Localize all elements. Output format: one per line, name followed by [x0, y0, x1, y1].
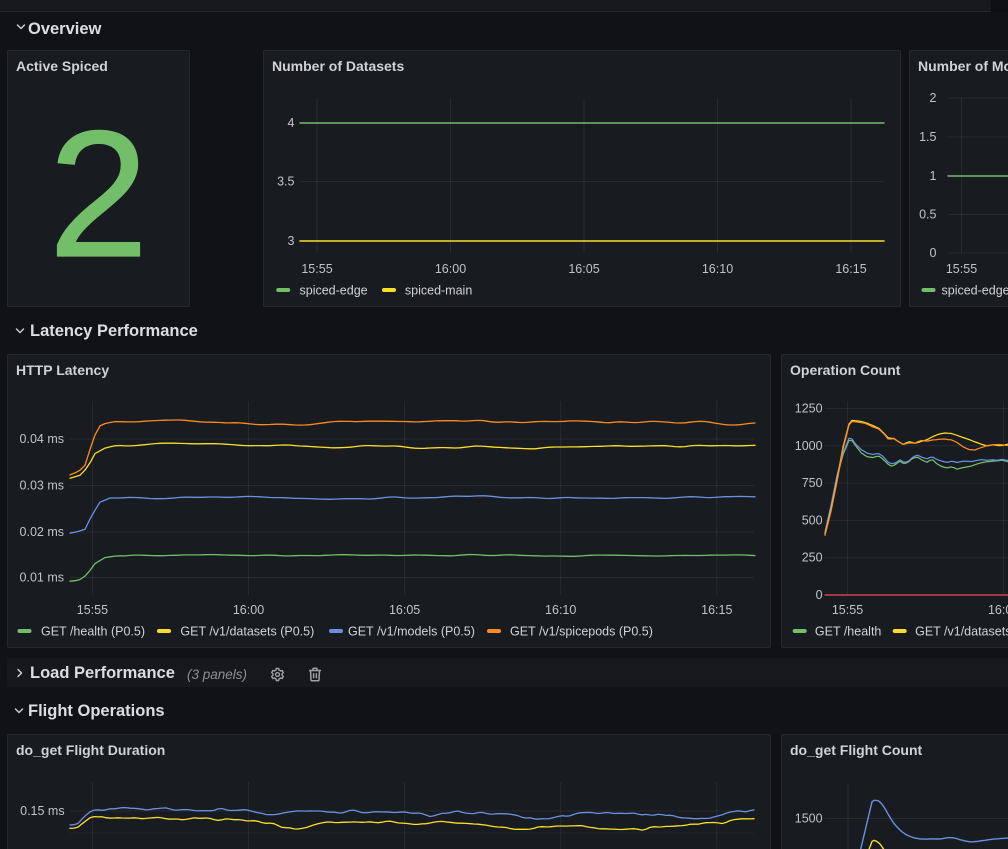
- svg-text:16:00: 16:00: [988, 603, 1008, 617]
- svg-text:16:10: 16:10: [702, 262, 733, 276]
- svg-text:500: 500: [802, 513, 823, 527]
- svg-text:4: 4: [288, 116, 295, 130]
- svg-text:1250: 1250: [795, 402, 823, 416]
- svg-text:3.5: 3.5: [277, 175, 294, 189]
- svg-text:GET /health (P0.5): GET /health (P0.5): [41, 625, 145, 639]
- svg-text:0.01 ms: 0.01 ms: [20, 571, 64, 585]
- svg-text:0: 0: [930, 246, 937, 260]
- svg-text:16:05: 16:05: [389, 603, 420, 617]
- svg-text:spiced-main: spiced-main: [405, 284, 472, 298]
- svg-text:16:15: 16:15: [701, 603, 732, 617]
- svg-text:16:15: 16:15: [835, 262, 866, 276]
- svg-text:1000: 1000: [795, 439, 823, 453]
- svg-text:0.03 ms: 0.03 ms: [20, 479, 64, 493]
- svg-text:1500: 1500: [795, 812, 823, 826]
- svg-text:2: 2: [930, 91, 937, 105]
- svg-text:16:00: 16:00: [233, 603, 264, 617]
- svg-text:spiced-edge: spiced-edge: [942, 284, 1008, 298]
- svg-text:GET /v1/models (P0.5): GET /v1/models (P0.5): [348, 625, 475, 639]
- svg-text:0.02 ms: 0.02 ms: [20, 525, 64, 539]
- svg-text:GET /v1/spicepods (P0.5): GET /v1/spicepods (P0.5): [510, 625, 653, 639]
- svg-text:0.5: 0.5: [919, 208, 936, 222]
- svg-text:spiced-edge: spiced-edge: [300, 284, 368, 298]
- svg-text:15:55: 15:55: [946, 262, 977, 276]
- svg-text:15:55: 15:55: [832, 603, 863, 617]
- svg-text:16:05: 16:05: [568, 262, 599, 276]
- svg-text:16:00: 16:00: [435, 262, 466, 276]
- svg-text:15:55: 15:55: [301, 262, 332, 276]
- svg-text:15:55: 15:55: [77, 603, 108, 617]
- svg-text:0: 0: [816, 588, 823, 602]
- svg-text:0.04 ms: 0.04 ms: [20, 432, 64, 446]
- svg-text:0.15 ms: 0.15 ms: [20, 804, 64, 818]
- svg-text:16:10: 16:10: [545, 603, 576, 617]
- svg-text:1: 1: [930, 169, 937, 183]
- svg-text:750: 750: [802, 476, 823, 490]
- svg-text:1.5: 1.5: [919, 130, 936, 144]
- svg-text:GET /v1/datasets: GET /v1/datasets: [915, 625, 1008, 639]
- svg-text:GET /health: GET /health: [815, 625, 882, 639]
- svg-text:3: 3: [288, 234, 295, 248]
- svg-text:GET /v1/datasets (P0.5): GET /v1/datasets (P0.5): [180, 625, 314, 639]
- svg-text:250: 250: [802, 551, 823, 565]
